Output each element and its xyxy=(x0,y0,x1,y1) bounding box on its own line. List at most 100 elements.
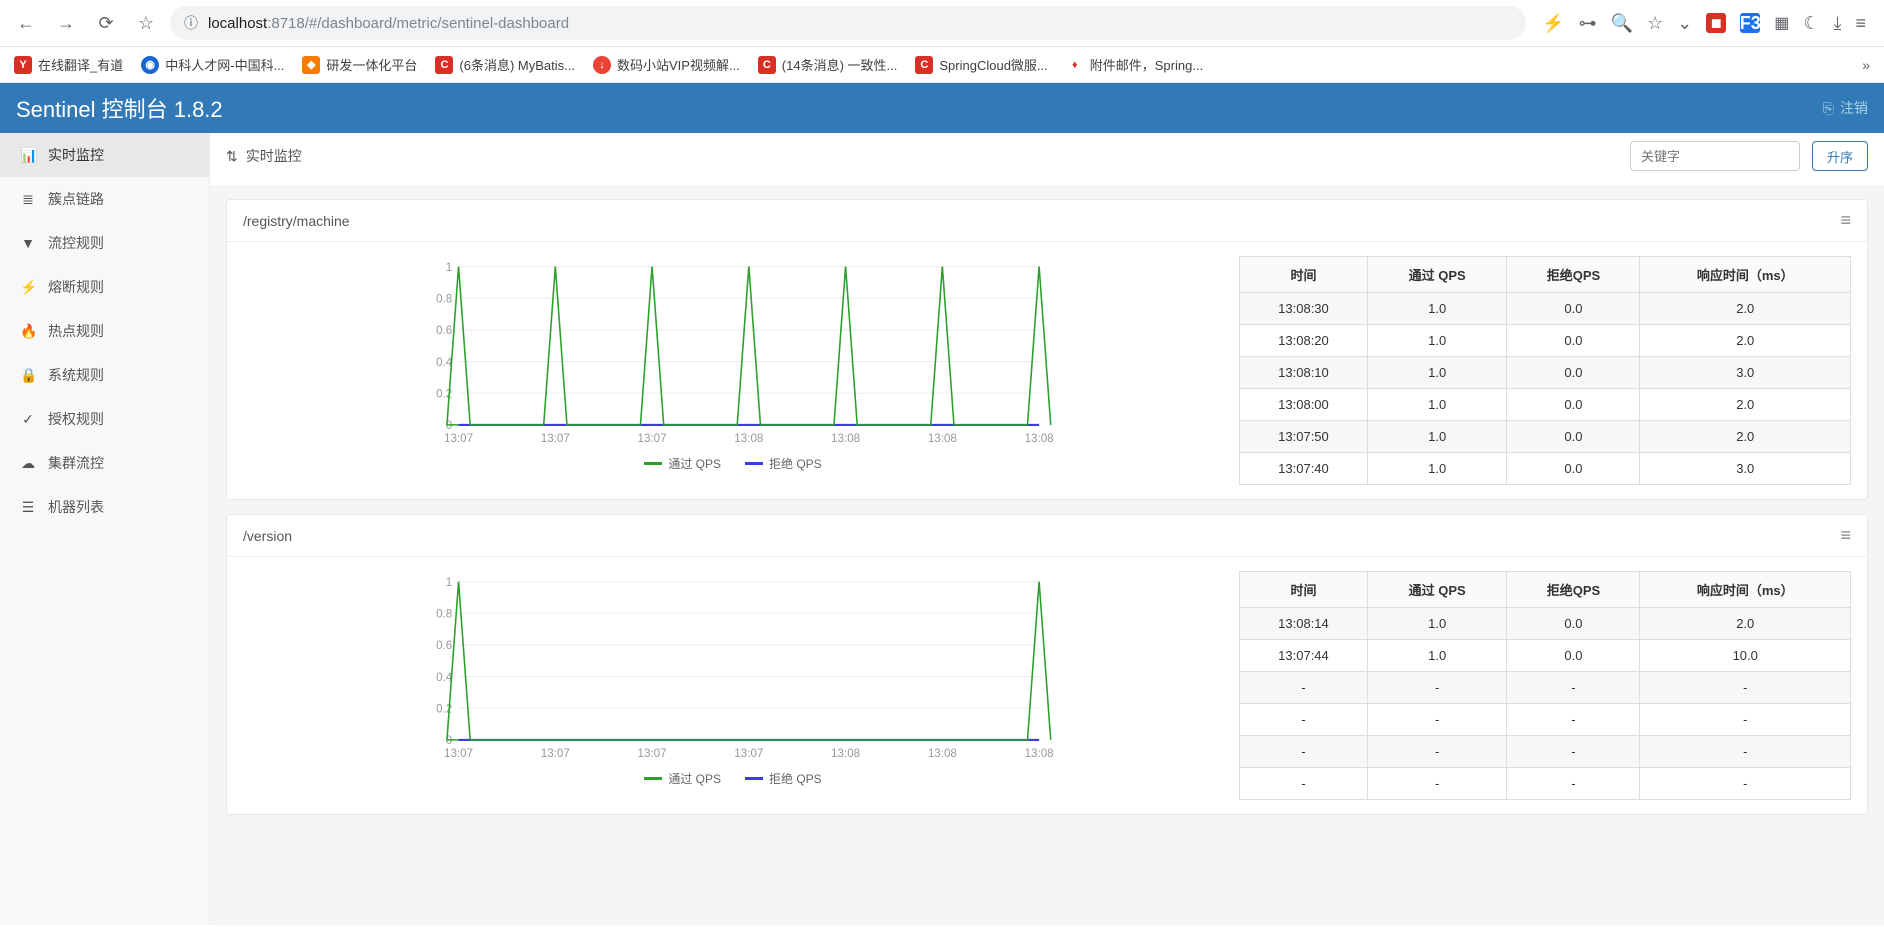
table-cell: 1.0 xyxy=(1367,421,1507,453)
bookmark-item[interactable]: Y在线翻译_有道 xyxy=(14,55,123,74)
table-header: 响应时间（ms） xyxy=(1640,257,1851,293)
forward-button[interactable]: → xyxy=(50,7,82,39)
back-button[interactable]: ← xyxy=(10,7,42,39)
bookmark-label: (14条消息) 一致性... xyxy=(782,55,898,74)
table-header: 通过 QPS xyxy=(1367,257,1507,293)
svg-text:13:07: 13:07 xyxy=(638,432,667,445)
download-icon[interactable]: ⤓ xyxy=(1834,13,1842,34)
table-row: 13:08:301.00.02.0 xyxy=(1240,293,1851,325)
sidebar-icon: 🔒 xyxy=(20,367,36,384)
panel-title: /registry/machine xyxy=(243,213,350,229)
main-content: ⇅ 实时监控 升序 /registry/machine≡00.20.40.60.… xyxy=(210,133,1884,925)
table-cell: - xyxy=(1507,736,1640,768)
reload-button[interactable]: ⟳ xyxy=(90,7,122,39)
sidebar-item[interactable]: ☰ 机器列表 xyxy=(0,485,209,529)
table-cell: 1.0 xyxy=(1367,608,1507,640)
svg-text:13:07: 13:07 xyxy=(541,432,570,445)
sidebar-icon: 📊 xyxy=(20,147,36,164)
bookmark-icon: ♦ xyxy=(1066,56,1084,74)
logout-link[interactable]: ⎘ 注销 xyxy=(1823,98,1868,118)
bookmark-label: 中科人才网-中国科... xyxy=(165,55,284,74)
logout-icon: ⎘ xyxy=(1823,100,1834,117)
table-cell: 0.0 xyxy=(1507,389,1640,421)
ext-grid-icon[interactable]: ▦ xyxy=(1774,13,1789,33)
bookmark-item[interactable]: C SpringCloud微服... xyxy=(915,55,1047,74)
home-button[interactable]: ☆ xyxy=(130,7,162,39)
svg-text:1: 1 xyxy=(446,576,452,589)
dark-mode-icon[interactable]: ☾ xyxy=(1803,13,1819,34)
menu-chevron-icon[interactable]: ⌄ xyxy=(1677,13,1692,34)
hamburger-icon[interactable]: ≡ xyxy=(1855,13,1866,34)
panel-head: /version≡ xyxy=(227,515,1867,557)
table-cell: - xyxy=(1640,736,1851,768)
sidebar-label: 系统规则 xyxy=(48,365,104,385)
ext-icon-1[interactable]: ■ xyxy=(1706,13,1726,33)
sort-button[interactable]: 升序 xyxy=(1812,141,1868,171)
sidebar-icon: ☰ xyxy=(20,499,36,516)
bookmark-label: SpringCloud微服... xyxy=(939,55,1047,74)
bookmark-item[interactable]: ♦附件邮件，Spring... xyxy=(1066,55,1203,74)
sidebar-item[interactable]: ☁集群流控 xyxy=(0,441,209,485)
table-cell: - xyxy=(1640,704,1851,736)
table-cell: 0.0 xyxy=(1507,325,1640,357)
flash-icon[interactable]: ⚡ xyxy=(1542,13,1564,34)
panel-menu-icon[interactable]: ≡ xyxy=(1840,210,1851,231)
bookmark-item[interactable]: ↓数码小站VIP视频解... xyxy=(593,55,740,74)
sidebar-item[interactable]: 📊实时监控 xyxy=(0,133,209,177)
sidebar-label: 机器列表 xyxy=(48,497,104,517)
table-row: 13:08:201.00.02.0 xyxy=(1240,325,1851,357)
table-header: 时间 xyxy=(1240,572,1368,608)
table-cell: 1.0 xyxy=(1367,640,1507,672)
bookmark-item[interactable]: ◆研发一体化平台 xyxy=(302,55,417,74)
svg-text:0.6: 0.6 xyxy=(436,324,452,337)
page-head: ⇅ 实时监控 升序 xyxy=(210,133,1884,185)
svg-text:0.4: 0.4 xyxy=(436,356,453,369)
table-cell: 13:08:14 xyxy=(1240,608,1368,640)
bookmark-icon: C xyxy=(915,56,933,74)
table-cell: - xyxy=(1367,736,1507,768)
table-cell: 2.0 xyxy=(1640,293,1851,325)
table-row: ---- xyxy=(1240,704,1851,736)
table-cell: - xyxy=(1507,768,1640,800)
key-icon[interactable]: ⊶ xyxy=(1579,13,1597,34)
sidebar-item[interactable]: ⚡熔断规则 xyxy=(0,265,209,309)
bookmark-icon: ◆ xyxy=(302,56,320,74)
sidebar-item[interactable]: 🔥热点规则 xyxy=(0,309,209,353)
table-row: 13:08:001.00.02.0 xyxy=(1240,389,1851,421)
app-title: Sentinel 控制台 1.8.2 xyxy=(16,92,223,124)
sidebar-item[interactable]: ≣簇点链路 xyxy=(0,177,209,221)
address-bar[interactable]: ⓘ localhost:8718/#/dashboard/metric/sent… xyxy=(170,6,1526,40)
search-input[interactable] xyxy=(1630,141,1800,171)
bookmark-item[interactable]: C(6条消息) MyBatis... xyxy=(435,55,575,74)
table-cell: 3.0 xyxy=(1640,453,1851,485)
table-cell: - xyxy=(1367,704,1507,736)
sidebar-item[interactable]: 🔒 系统规则 xyxy=(0,353,209,397)
bookmark-item[interactable]: ◉中科人才网-中国科... xyxy=(141,55,284,74)
table-row: ---- xyxy=(1240,672,1851,704)
table-cell: - xyxy=(1367,768,1507,800)
bookmark-item[interactable]: C(14条消息) 一致性... xyxy=(758,55,898,74)
panel-menu-icon[interactable]: ≡ xyxy=(1840,525,1851,546)
sidebar-item[interactable]: ✓授权规则 xyxy=(0,397,209,441)
table-cell: 13:07:50 xyxy=(1240,421,1368,453)
ext-icon-2[interactable]: F3 xyxy=(1740,13,1760,33)
table-row: ---- xyxy=(1240,768,1851,800)
table-row: 13:07:401.00.03.0 xyxy=(1240,453,1851,485)
svg-text:13:07: 13:07 xyxy=(444,432,473,445)
table-cell: 2.0 xyxy=(1640,325,1851,357)
table-cell: 0.0 xyxy=(1507,640,1640,672)
bookmark-label: (6条消息) MyBatis... xyxy=(459,55,575,74)
sidebar-label: 流控规则 xyxy=(48,233,104,253)
table-cell: 0.0 xyxy=(1507,293,1640,325)
sidebar-item[interactable]: ▼流控规则 xyxy=(0,221,209,265)
table-cell: 1.0 xyxy=(1367,293,1507,325)
table-cell: 2.0 xyxy=(1640,608,1851,640)
bookmark-icon[interactable]: ☆ xyxy=(1647,13,1663,34)
bookmarks-more[interactable]: » xyxy=(1862,57,1870,73)
table-cell: - xyxy=(1640,768,1851,800)
table-cell: 3.0 xyxy=(1640,357,1851,389)
zoom-icon[interactable]: 🔍 xyxy=(1611,13,1633,34)
info-icon: ⓘ xyxy=(184,13,198,33)
sidebar-label: 热点规则 xyxy=(48,321,104,341)
sidebar: 📊实时监控≣簇点链路▼流控规则⚡熔断规则🔥热点规则 🔒 系统规则 ✓授权规则☁集群流控… xyxy=(0,133,210,925)
